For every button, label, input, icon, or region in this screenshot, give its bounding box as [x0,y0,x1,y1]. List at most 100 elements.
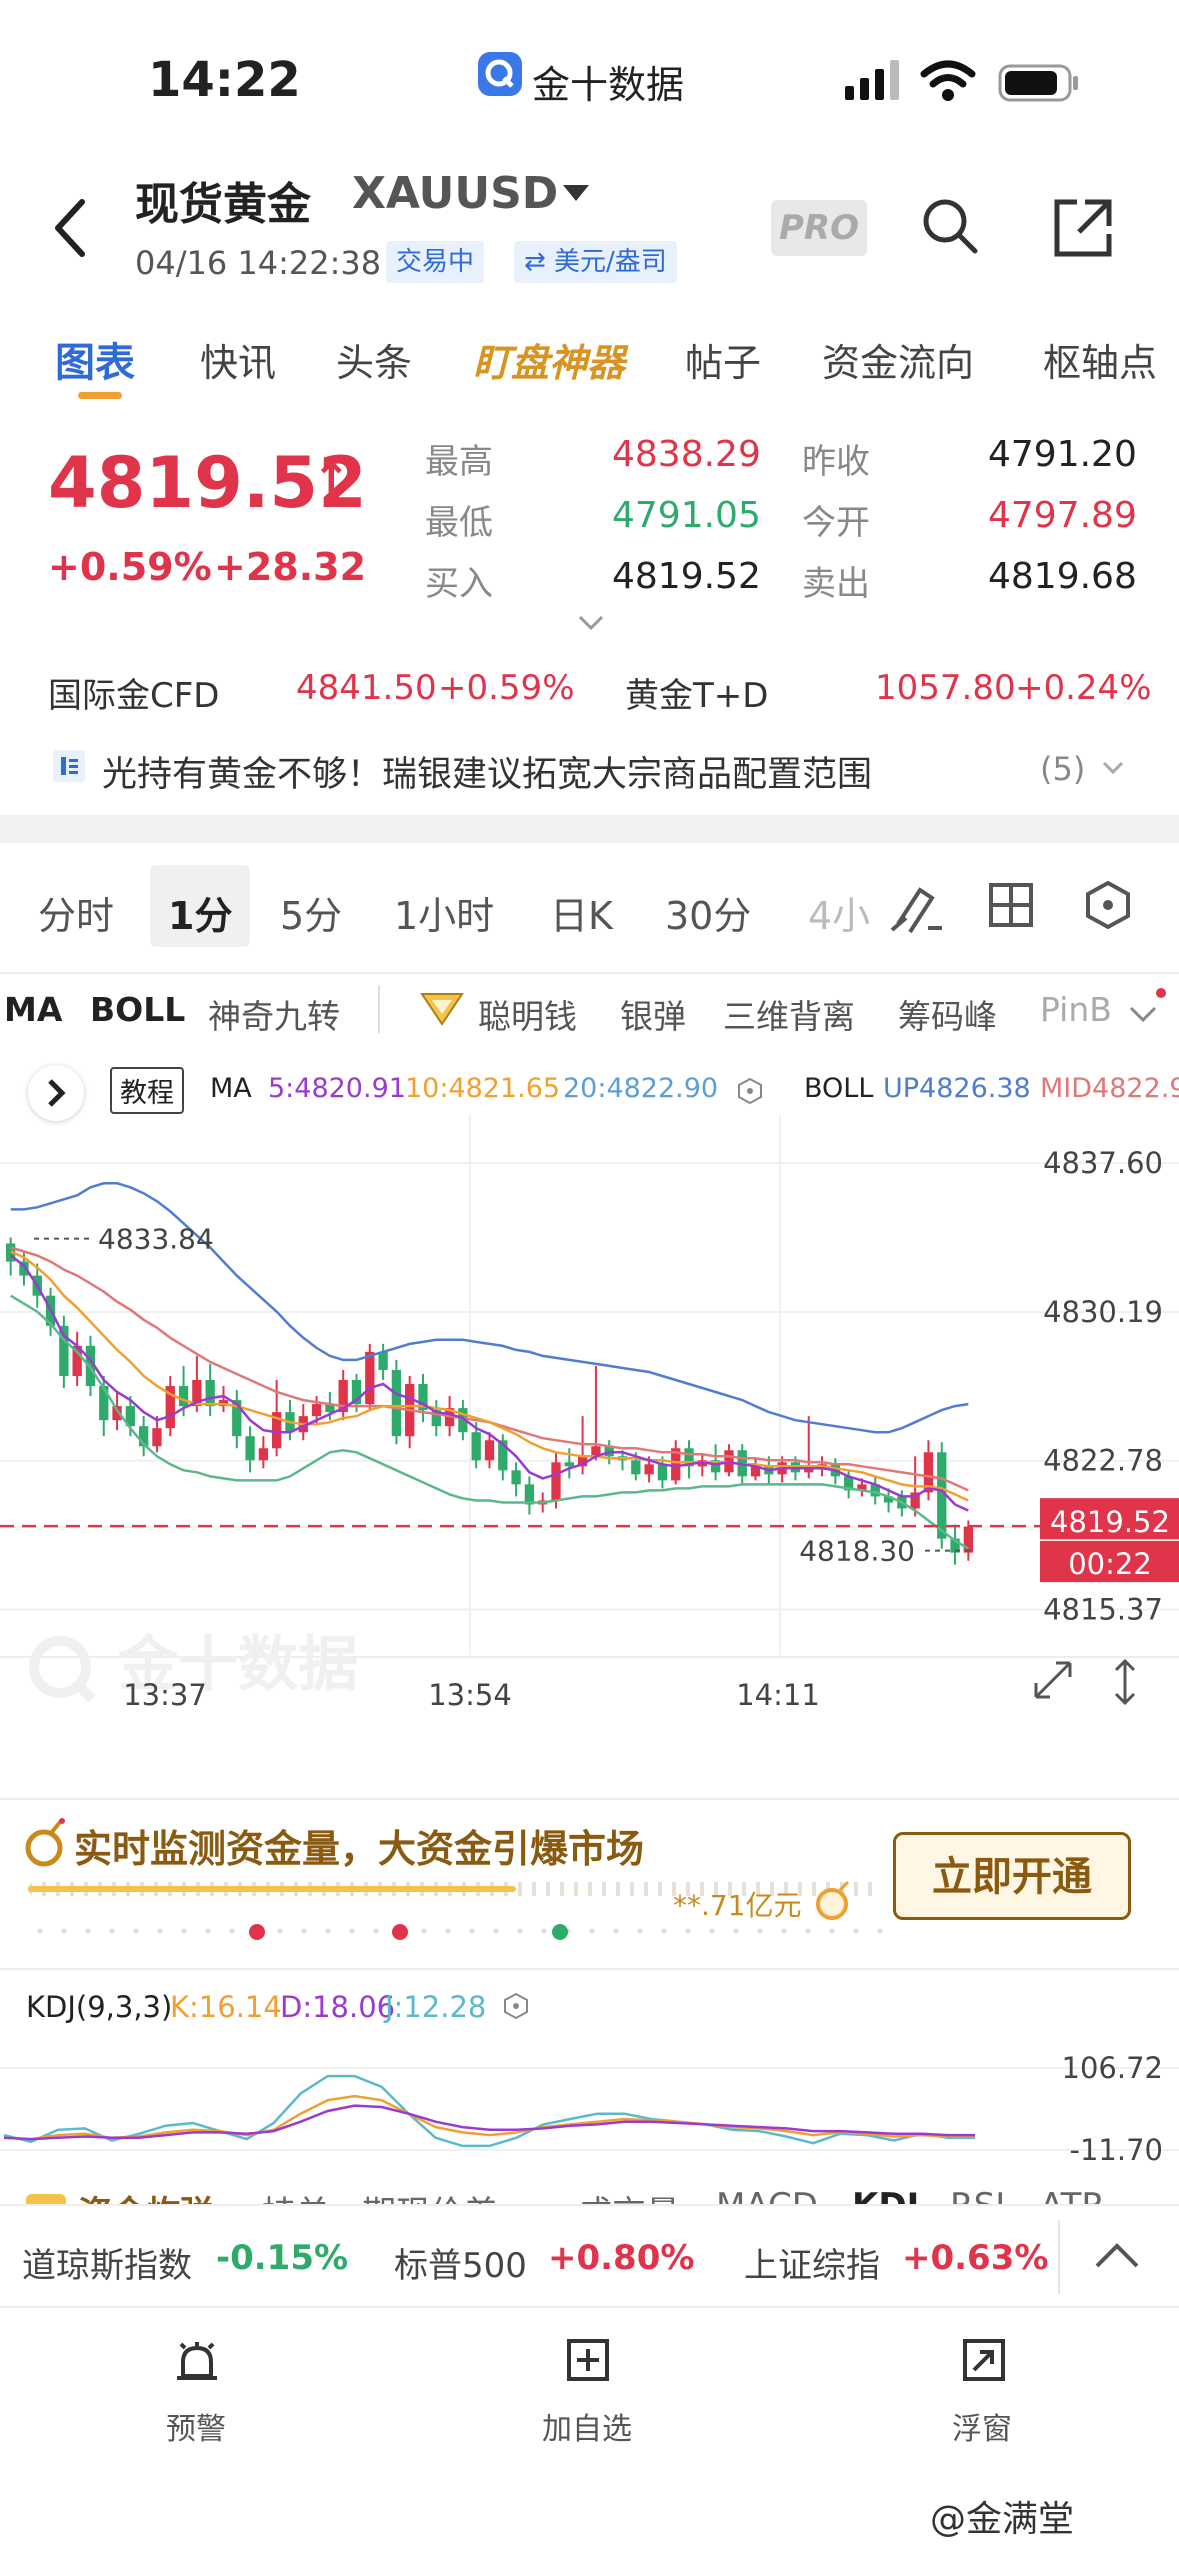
symbol-dropdown-icon[interactable] [563,185,589,205]
partial-tab-hold[interactable]: 持单 [262,2186,330,2204]
instrument-symbol[interactable]: XAUUSD [352,168,558,219]
indicator-td9[interactable]: 神奇九转 [208,990,340,1038]
boll-mid-value: MID4822.9 [1040,1073,1179,1104]
ma-settings-icon[interactable] [736,1077,764,1109]
candle-body [365,1351,375,1405]
tab-pivot[interactable]: 枢轴点 [1043,332,1157,387]
chart-fullscreen-icon[interactable] [1030,1657,1076,1707]
partial-tab-fund-bomb[interactable]: 资金炸弹 [78,2186,214,2204]
nav-float-label[interactable]: 浮窗 [952,2404,1012,2448]
interval-30min[interactable]: 30分 [665,885,751,940]
float-window-icon[interactable] [962,2338,1006,2386]
indicator-boll[interactable]: BOLL [90,990,185,1029]
candle-body [551,1462,561,1501]
chart-vertical-scale-icon[interactable] [1110,1657,1140,1711]
related-pct-td: +0.24% [1015,668,1152,708]
interval-timeshare[interactable]: 分时 [38,885,114,940]
kdj-d-value: D:18.06 [280,1990,396,2024]
partial-tab-atr[interactable]: ATR [1040,2186,1105,2204]
tab-watch-tool[interactable]: 盯盘神器 [473,332,625,387]
tab-flash[interactable]: 快讯 [200,332,276,387]
signal-icon [845,60,905,104]
candle-body [258,1448,269,1461]
candle-body [311,1404,322,1417]
kdj-svg: 106.72 -11.70 [0,2051,1179,2167]
tab-fund-flow[interactable]: 资金流向 [822,332,974,387]
interval-4hour[interactable]: 4小 [808,885,870,940]
pro-badge[interactable]: PRO [771,200,867,256]
candle-body [245,1436,255,1461]
partial-tab-volume[interactable]: 成交量 [578,2186,680,2204]
draw-tool-icon[interactable] [888,878,944,938]
share-icon[interactable] [1053,198,1113,262]
quote-datetime: 04/16 14:22:38 [135,244,382,282]
promo-banner: 实时监测资金量，大资金引爆市场 **.71亿元 立即开通 [0,1800,1179,1968]
candle-body [178,1386,189,1407]
indicator-more-icon[interactable] [1128,1005,1158,1029]
back-icon[interactable] [50,196,90,264]
kdj-k-line [3,2094,975,2141]
tab-active-indicator [78,392,122,399]
tab-posts[interactable]: 帖子 [685,332,761,387]
promo-progress [28,1886,516,1892]
settings-hex-icon[interactable] [1083,880,1133,934]
indicator-chip-peak[interactable]: 筹码峰 [898,990,997,1038]
expand-chevron-icon[interactable] [578,615,604,635]
fund-bomb-tab-icon [26,2194,66,2204]
interval-5min[interactable]: 5分 [280,885,342,940]
news-headline[interactable]: 光持有黄金不够！瑞银建议拓宽大宗商品配置范围 [102,746,872,797]
kdj-panel[interactable]: KDJ(9,3,3) K:16.14 D:18.06 J:12.28 106.7… [0,1970,1179,2180]
high-value: 4838.29 [612,434,761,475]
layout-grid-icon[interactable] [988,882,1034,932]
bomb-icon [22,1818,68,1872]
last-price-tag-label: 4819.52 [1050,1505,1170,1539]
tab-headline[interactable]: 头条 [336,332,412,387]
change-value: +28.32 [214,545,367,589]
search-icon[interactable] [920,196,980,260]
candle-body [152,1428,162,1447]
candle-body [564,1462,574,1467]
partial-tab-macd[interactable]: MACD [716,2186,818,2204]
smart-money-icon [420,992,464,1030]
indicator-divergence[interactable]: 三维背离 [723,990,855,1038]
interval-daily[interactable]: 日K [550,885,613,940]
tab-chart[interactable]: 图表 [55,330,135,388]
kdj-label: KDJ(9,3,3) [26,1990,173,2024]
partial-tab-kdj[interactable]: KDJ [852,2186,919,2204]
promo-open-button[interactable]: 立即开通 [893,1832,1131,1920]
partial-tab-spread[interactable]: 期现价差 [362,2186,498,2204]
chart-expand-button[interactable] [28,1065,84,1121]
promo-title: 实时监测资金量，大资金引爆市场 [74,1827,645,1871]
alert-bell-icon[interactable] [173,2338,221,2390]
related-name-cfd[interactable]: 国际金CFD [48,668,219,717]
status-bar: 14:22 金十数据 [0,0,1179,150]
ticker-collapse-icon[interactable] [1094,2240,1140,2274]
indicator-silver-bullet[interactable]: 银弹 [620,990,686,1038]
section-divider [0,815,1179,843]
related-name-td[interactable]: 黄金T+D [625,668,768,717]
weibo-watermark: @金满堂 [930,2499,1075,2540]
tutorial-button[interactable]: 教程 [110,1067,184,1114]
add-watchlist-icon[interactable] [566,2338,610,2386]
ticker-shanghai-name[interactable]: 上证综指 [744,2238,880,2287]
interval-1hour[interactable]: 1小时 [394,885,494,940]
change-percent: +0.59% [48,545,212,589]
ma20-value: 20:4822.90 [563,1073,719,1104]
instrument-title: 现货黄金 [135,179,311,230]
ticker-sp500-name[interactable]: 标普500 [394,2238,527,2287]
kdj-settings-icon[interactable] [502,1992,530,2024]
divider-line [0,972,1179,974]
nav-alert-label[interactable]: 预警 [166,2404,226,2448]
indicator-pinbar[interactable]: PinB [1040,990,1112,1029]
nav-add-watchlist-label[interactable]: 加自选 [542,2404,632,2448]
ticker-dow-name[interactable]: 道琼斯指数 [22,2238,192,2287]
partial-tab-rsi[interactable]: RSI [950,2186,1005,2204]
indicator-ma[interactable]: MA [4,990,62,1029]
kline-chart[interactable]: 金十数据 4837.60 4830.19 4822.78 4815.37 13:37 1… [0,1045,1179,1725]
ticker-sp500-pct: +0.80% [548,2238,695,2278]
currency-badge: ⇄ 美元/盎司 [514,241,677,283]
news-chevron-icon[interactable] [1102,760,1124,779]
related-price-cfd: 4841.50 [296,668,437,708]
indicator-smart-money[interactable]: 聪明钱 [478,990,577,1038]
interval-1min[interactable]: 1分 [168,885,232,940]
